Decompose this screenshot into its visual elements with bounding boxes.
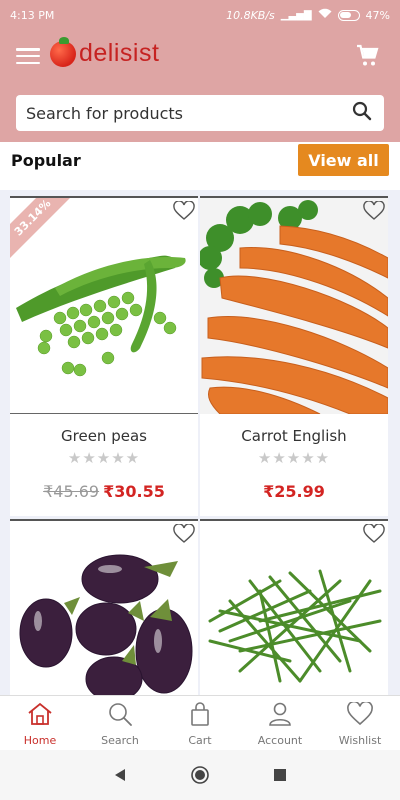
view-all-button[interactable]: View all (298, 144, 389, 176)
nav-account[interactable]: Account (240, 696, 320, 750)
brand-name: delisist (79, 39, 160, 67)
product-name: Carrot English (241, 427, 347, 445)
product-card[interactable] (10, 519, 198, 695)
wifi-icon (318, 8, 332, 22)
menu-icon[interactable] (16, 46, 40, 66)
product-card[interactable] (200, 519, 388, 695)
tomato-icon (50, 36, 76, 67)
home-button[interactable] (180, 755, 220, 795)
wishlist-heart-icon[interactable] (363, 200, 385, 221)
battery-level: 47% (365, 8, 390, 22)
signal-icon: ▁▃▅▇ (280, 9, 312, 21)
app-bar: delisist Search for products (0, 30, 400, 142)
nav-label: Cart (188, 734, 212, 747)
product-image (10, 521, 198, 695)
rating-stars: ★★★★★ (257, 449, 331, 467)
bottom-nav: Home Search Cart Account Wishlist (0, 695, 400, 750)
back-button[interactable] (100, 755, 140, 795)
nav-search[interactable]: Search (80, 696, 160, 750)
search-icon (107, 702, 133, 730)
nav-wishlist[interactable]: Wishlist (320, 696, 400, 750)
product-name: Green peas (61, 427, 147, 445)
wishlist-heart-icon[interactable] (173, 200, 195, 221)
wishlist-heart-icon[interactable] (173, 523, 195, 544)
popular-section-header: Popular View all (0, 142, 400, 190)
network-speed: 10.8KB/s (226, 8, 275, 22)
wishlist-heart-icon[interactable] (363, 523, 385, 544)
product-price: ₹30.55 (103, 482, 165, 501)
heart-icon (347, 700, 373, 730)
product-image (200, 521, 388, 695)
product-price-row: ₹45.69 ₹30.55 (10, 482, 198, 501)
nav-label: Search (101, 734, 139, 747)
home-icon (27, 702, 53, 730)
product-price-row: ₹25.99 (200, 482, 388, 501)
status-bar: 4:13 PM 10.8KB/s ▁▃▅▇ 47% (0, 0, 400, 30)
nav-home[interactable]: Home (0, 696, 80, 750)
recents-button[interactable] (260, 755, 300, 795)
nav-label: Wishlist (338, 734, 382, 747)
search-input[interactable]: Search for products (26, 104, 352, 123)
account-icon (267, 702, 293, 730)
bag-icon (187, 702, 213, 730)
product-price: ₹25.99 (263, 482, 325, 501)
product-image (10, 198, 198, 414)
product-card[interactable]: Carrot English ★★★★★ ₹25.99 (200, 196, 388, 516)
app-logo: delisist (50, 36, 160, 68)
product-old-price: ₹45.69 (43, 482, 100, 501)
nav-cart[interactable]: Cart (160, 696, 240, 750)
nav-label: Account (257, 734, 303, 747)
section-title: Popular (11, 151, 81, 170)
product-image (200, 198, 388, 414)
system-nav-bar (0, 750, 400, 800)
product-card[interactable]: 33.14% Green peas ★★★★★ ₹45.69 ₹30.55 (10, 196, 198, 516)
status-time: 4:13 PM (10, 8, 55, 22)
rating-stars: ★★★★★ (67, 449, 141, 467)
cart-icon[interactable] (356, 44, 380, 72)
search-bar[interactable]: Search for products (16, 95, 384, 131)
nav-label: Home (23, 734, 57, 747)
battery-icon (337, 9, 360, 21)
status-right: 10.8KB/s ▁▃▅▇ 47% (226, 8, 390, 22)
search-icon[interactable] (352, 101, 372, 125)
